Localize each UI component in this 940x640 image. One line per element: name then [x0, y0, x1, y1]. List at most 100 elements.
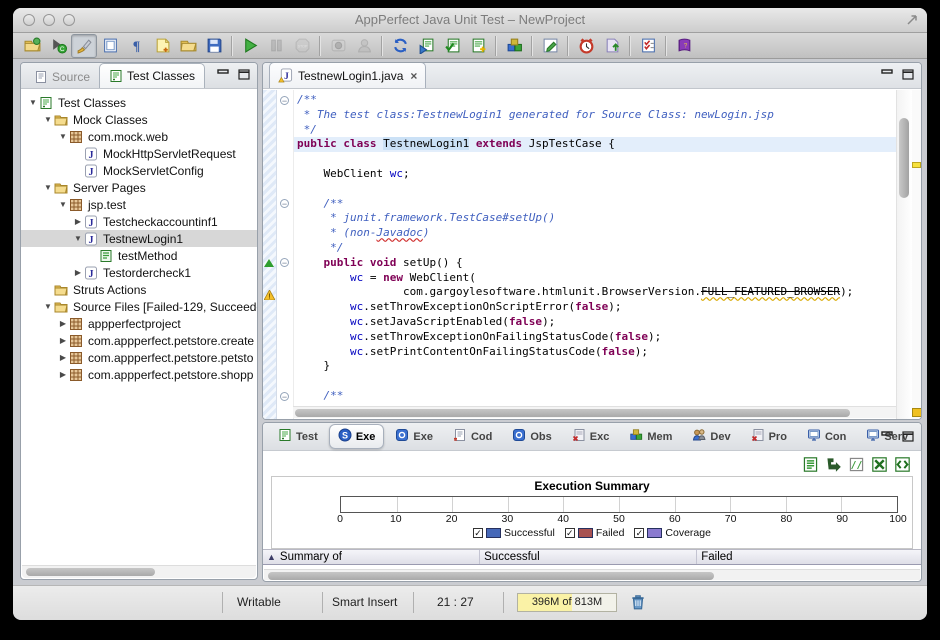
collapse-icon[interactable]: − — [280, 199, 289, 208]
tree-item[interactable]: JMockServletConfig — [21, 162, 257, 179]
tree-item[interactable]: JMockHttpServletRequest — [21, 145, 257, 162]
tree-item[interactable]: ▼jsp.test — [21, 196, 257, 213]
tree-item[interactable]: ▼JTestnewLogin1 — [21, 230, 257, 247]
verify-tests-button[interactable] — [439, 34, 465, 58]
warning-marker[interactable] — [912, 162, 921, 168]
export-results-button[interactable] — [599, 34, 625, 58]
open-project-button[interactable] — [19, 34, 45, 58]
export-xml-button[interactable] — [894, 456, 911, 473]
tree-item[interactable]: ▶appperfectproject — [21, 315, 257, 332]
memory-view-button[interactable] — [501, 34, 527, 58]
tab-dev[interactable]: Dev — [683, 424, 739, 449]
maximize-panel-icon[interactable] — [238, 69, 251, 80]
user-session-button[interactable] — [351, 34, 377, 58]
new-file-button[interactable] — [149, 34, 175, 58]
tree-expand-right-icon[interactable]: ▶ — [57, 370, 69, 379]
titlebar[interactable]: AppPerfect Java Unit Test – NewProject — [13, 8, 927, 33]
schedule-button[interactable] — [573, 34, 599, 58]
tab-source[interactable]: Source — [25, 66, 99, 88]
column-summary-of[interactable]: ▲ Summary of — [263, 550, 480, 564]
column-successful[interactable]: Successful — [480, 550, 697, 564]
record-class-button[interactable]: C — [45, 34, 71, 58]
open-file-button[interactable] — [175, 34, 201, 58]
tasks-button[interactable] — [635, 34, 661, 58]
tree-item[interactable]: ▼Mock Classes — [21, 111, 257, 128]
tab-con[interactable]: Con — [798, 424, 855, 449]
tree-expand-down-icon[interactable]: ▼ — [27, 98, 39, 107]
code-area[interactable]: /** * The test class:TestnewLogin1 gener… — [294, 90, 896, 419]
export-script-button[interactable]: // — [848, 456, 865, 473]
tree-expand-right-icon[interactable]: ▶ — [72, 217, 84, 226]
results-hscrollbar[interactable] — [264, 569, 920, 580]
maximize-panel-icon[interactable] — [902, 69, 915, 80]
tab-pro[interactable]: Pro — [742, 424, 796, 449]
editor-hscroll-thumb[interactable] — [295, 409, 850, 417]
tab-test[interactable]: Test — [269, 424, 327, 449]
new-test-button[interactable] — [465, 34, 491, 58]
export-excel-button[interactable] — [871, 456, 888, 473]
tab-test-classes[interactable]: Test Classes — [99, 63, 205, 88]
tree-expand-down-icon[interactable]: ▼ — [42, 183, 54, 192]
editor-vscroll-thumb[interactable] — [899, 118, 909, 198]
annotation-summary-marker[interactable] — [912, 408, 922, 417]
view-report-button[interactable] — [802, 456, 819, 473]
collapse-icon[interactable]: − — [280, 258, 289, 267]
editor-tab-testnewlogin1[interactable]: J TestnewLogin1.java × — [269, 62, 426, 88]
tree-item[interactable]: ▼Source Files [Failed-129, Succeede — [21, 298, 257, 315]
tree-item[interactable]: ▼Server Pages — [21, 179, 257, 196]
tab-exc[interactable]: Exc — [563, 424, 619, 449]
collapse-icon[interactable]: − — [280, 392, 289, 401]
tab-exe[interactable]: Exe — [386, 424, 442, 449]
minimize-panel-icon[interactable] — [217, 69, 230, 80]
close-tab-icon[interactable]: × — [410, 69, 417, 83]
tree-expand-right-icon[interactable]: ▶ — [72, 268, 84, 277]
tree-expand-down-icon[interactable]: ▼ — [42, 115, 54, 124]
tab-cod[interactable]: Cod — [444, 424, 501, 449]
help-button[interactable]: ? — [671, 34, 697, 58]
resize-icon[interactable] — [905, 13, 919, 27]
tree-expand-down-icon[interactable]: ▼ — [42, 302, 54, 311]
record-session-button[interactable] — [325, 34, 351, 58]
pause-button[interactable] — [263, 34, 289, 58]
tree-item[interactable]: ▼Test Classes — [21, 94, 257, 111]
tab-exe[interactable]: SExe — [329, 424, 385, 449]
highlight-button[interactable] — [71, 34, 97, 58]
tree-item[interactable]: Struts Actions — [21, 281, 257, 298]
tab-mem[interactable]: Mem — [620, 424, 681, 449]
overview-ruler[interactable] — [912, 90, 921, 419]
tab-obs[interactable]: Obs — [503, 424, 560, 449]
refresh-button[interactable] — [387, 34, 413, 58]
results-hscroll-thumb[interactable] — [268, 572, 714, 580]
tree-item[interactable]: ▶com.appperfect.petstore.shopp — [21, 366, 257, 383]
minimize-panel-icon[interactable] — [881, 431, 894, 442]
collapse-icon[interactable]: − — [280, 96, 289, 105]
stop-button[interactable]: STOP — [289, 34, 315, 58]
editor-hscrollbar[interactable] — [293, 406, 896, 418]
view-source-button[interactable] — [97, 34, 123, 58]
tree-expand-down-icon[interactable]: ▼ — [57, 200, 69, 209]
tree-item[interactable]: ▶com.appperfect.petstore.create — [21, 332, 257, 349]
maximize-panel-icon[interactable] — [902, 431, 915, 442]
edit-button[interactable] — [537, 34, 563, 58]
export-pdf-button[interactable] — [825, 456, 842, 473]
column-failed[interactable]: Failed — [697, 550, 921, 564]
save-button[interactable] — [201, 34, 227, 58]
left-panel-hscroll-thumb[interactable] — [26, 568, 155, 576]
formatting-marks-button[interactable]: ¶ — [123, 34, 149, 58]
garbage-collect-button[interactable] — [629, 593, 647, 611]
tree-expand-right-icon[interactable]: ▶ — [57, 336, 69, 345]
tree-expand-down-icon[interactable]: ▼ — [57, 132, 69, 141]
left-panel-hscrollbar[interactable] — [22, 565, 256, 578]
editor-vscrollbar[interactable] — [896, 90, 912, 419]
tree-item[interactable]: ▶JTestordercheck1 — [21, 264, 257, 281]
minimize-panel-icon[interactable] — [881, 69, 894, 80]
tree-expand-right-icon[interactable]: ▶ — [57, 353, 69, 362]
run-button[interactable] — [237, 34, 263, 58]
legend-checkbox[interactable]: ✓ — [473, 528, 483, 538]
run-tests-button[interactable] — [413, 34, 439, 58]
tree-item[interactable]: ▶com.appperfect.petstore.petsto — [21, 349, 257, 366]
tree-item[interactable]: testMethod — [21, 247, 257, 264]
tree-expand-right-icon[interactable]: ▶ — [57, 319, 69, 328]
legend-checkbox[interactable]: ✓ — [565, 528, 575, 538]
tree-item[interactable]: ▶JTestcheckaccountinf1 — [21, 213, 257, 230]
